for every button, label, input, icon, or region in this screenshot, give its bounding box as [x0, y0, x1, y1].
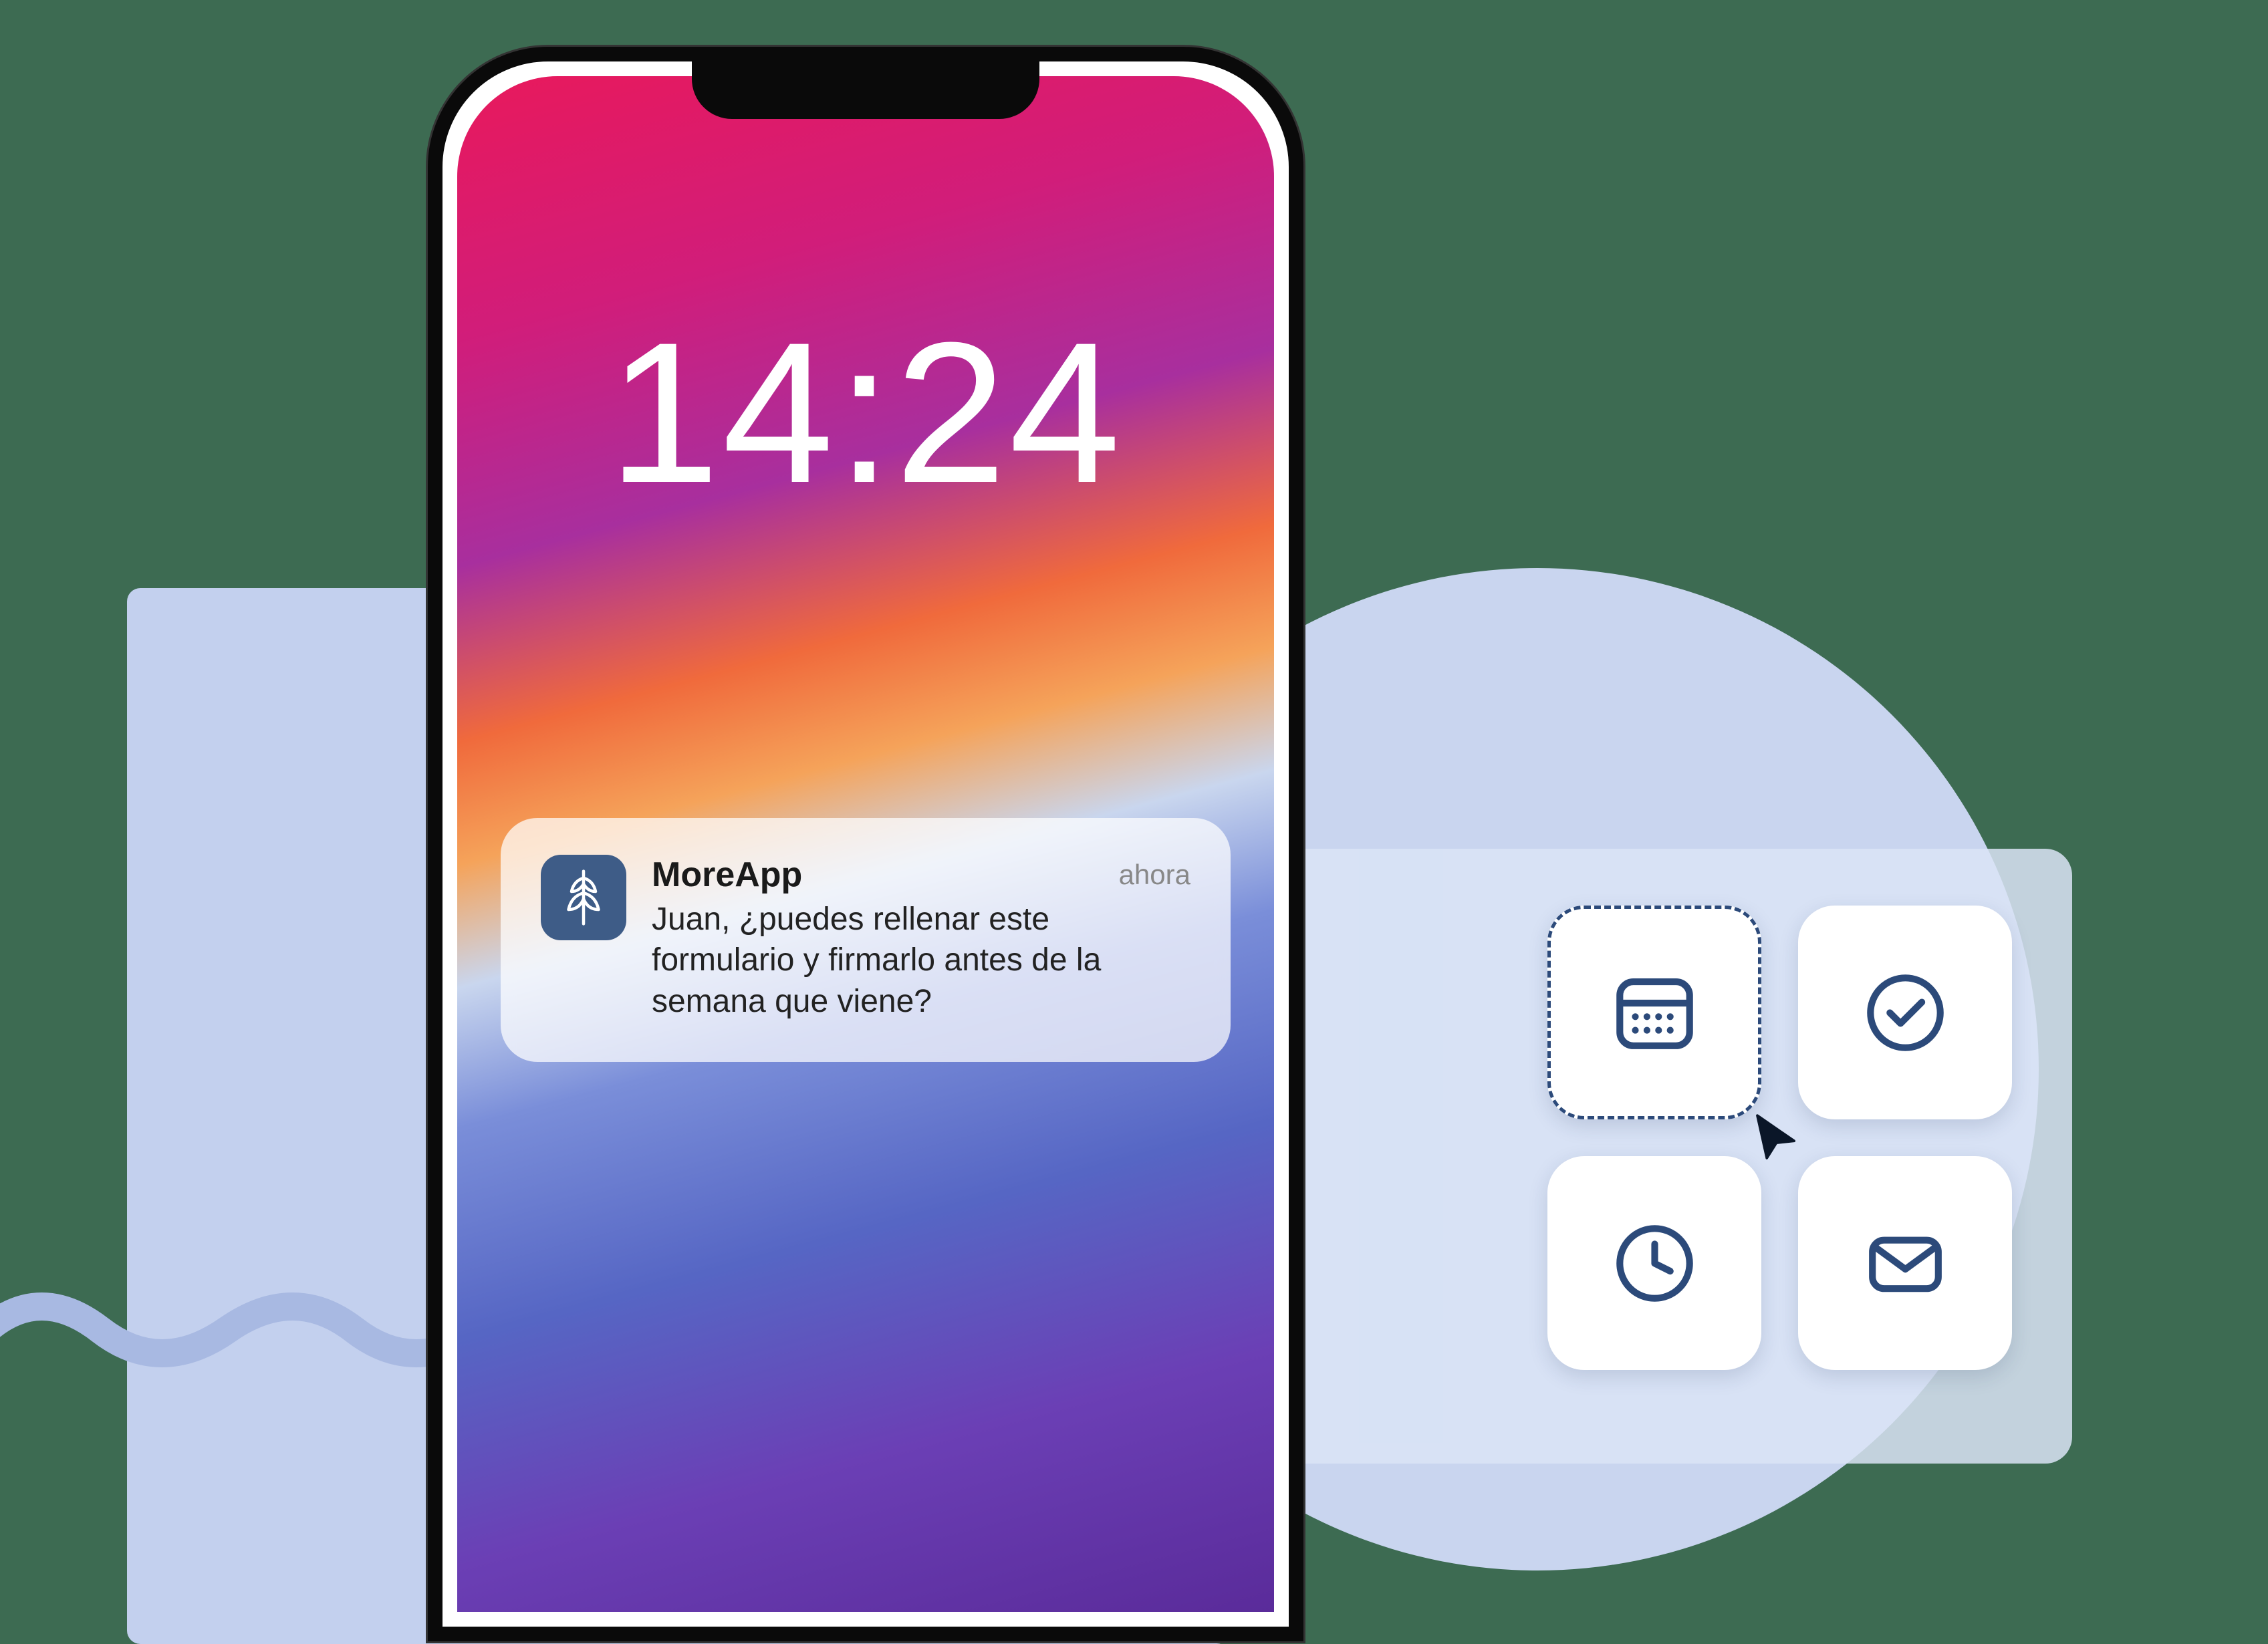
app-icon [541, 855, 626, 940]
widget-grid [1547, 906, 2012, 1370]
clock-icon [1606, 1215, 1703, 1312]
notification-card[interactable]: MoreApp ahora Juan, ¿puedes rellenar est… [501, 818, 1231, 1062]
check-widget[interactable] [1798, 906, 2012, 1119]
mail-icon [1857, 1215, 1954, 1312]
notification-timestamp: ahora [1119, 859, 1190, 891]
phone-notch [692, 59, 1039, 119]
phone-screen: 14:24 MoreApp ahora Juan, ¿puedes rellen… [457, 76, 1274, 1612]
lock-screen-clock: 14:24 [457, 297, 1274, 528]
calendar-widget[interactable] [1547, 906, 1761, 1119]
notification-app-name: MoreApp [652, 855, 1190, 895]
cursor-icon [1745, 1106, 1808, 1170]
widget-panel [1270, 849, 2072, 1464]
clock-widget[interactable] [1547, 1156, 1761, 1370]
check-circle-icon [1857, 964, 1954, 1061]
notification-message: Juan, ¿puedes rellenar este formulario y… [652, 899, 1190, 1022]
calendar-icon [1606, 964, 1703, 1061]
notification-body: MoreApp ahora Juan, ¿puedes rellenar est… [652, 855, 1190, 1022]
phone-frame: 14:24 MoreApp ahora Juan, ¿puedes rellen… [428, 47, 1303, 1641]
mail-widget[interactable] [1798, 1156, 2012, 1370]
